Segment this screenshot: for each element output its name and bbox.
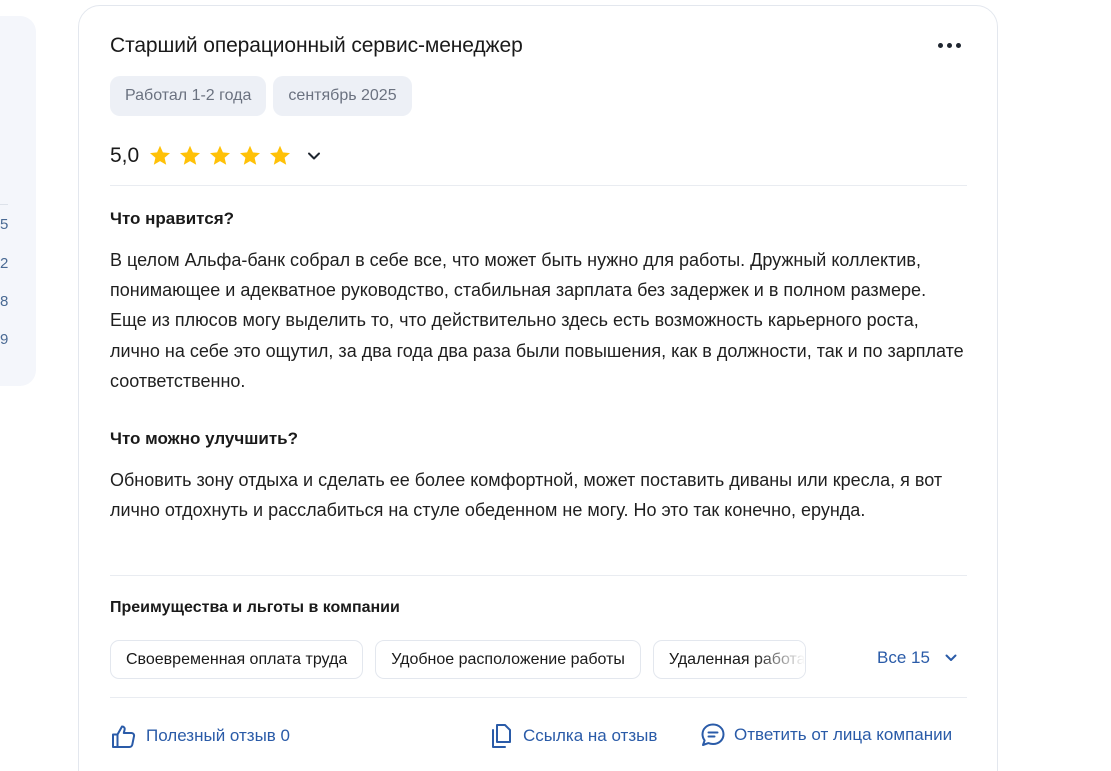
review-card: Старший операционный сервис-менеджер Раб… bbox=[78, 5, 998, 771]
all-benefits-button[interactable]: Все 15 bbox=[877, 648, 958, 668]
reply-as-company-label: Ответить от лица компании bbox=[734, 725, 953, 744]
rating-stars bbox=[148, 144, 292, 168]
benefits-chips: Своевременная оплата труда Удобное распо… bbox=[110, 640, 806, 679]
rating-value: 5,0 bbox=[110, 144, 140, 167]
reply-as-company-button[interactable]: Ответить от лица компании bbox=[700, 722, 952, 748]
star-icon bbox=[148, 144, 172, 168]
chevron-down-icon bbox=[945, 654, 957, 661]
page: 5 2 8 9 Старший операционный сервис-мене… bbox=[0, 0, 1111, 771]
useful-review-label: Полезный отзыв 0 bbox=[146, 726, 291, 745]
side-number: 2 bbox=[0, 255, 9, 272]
likes-text: В целом Альфа-банк собрал в себе все, чт… bbox=[110, 250, 964, 391]
side-number: 8 bbox=[0, 293, 9, 310]
benefits-heading: Преимущества и льготы в компании bbox=[110, 599, 400, 616]
thumbs-up-icon bbox=[112, 725, 136, 748]
chevron-down-icon bbox=[308, 152, 321, 160]
more-dot-icon bbox=[955, 42, 961, 48]
rating-expand-button[interactable] bbox=[306, 148, 322, 164]
review-title: Старший операционный сервис-менеджер bbox=[110, 34, 523, 57]
side-number: 5 bbox=[0, 216, 9, 233]
review-link-label: Ссылка на отзыв bbox=[523, 726, 658, 745]
divider bbox=[110, 575, 967, 576]
rating-row: 5,0 bbox=[110, 144, 322, 168]
more-dot-icon bbox=[946, 42, 952, 48]
likes-heading: Что нравится? bbox=[110, 209, 235, 228]
more-options-button[interactable] bbox=[935, 32, 963, 58]
benefit-chip[interactable]: Удобное расположение работы bbox=[375, 640, 641, 679]
star-icon bbox=[268, 144, 292, 168]
star-icon bbox=[178, 144, 202, 168]
side-number: 9 bbox=[0, 331, 9, 348]
star-icon bbox=[238, 144, 262, 168]
divider bbox=[110, 185, 967, 186]
more-dot-icon bbox=[937, 42, 943, 48]
improve-text: Обновить зону отдыха и сделать ее более … bbox=[110, 470, 943, 521]
all-benefits-label: Все 15 bbox=[877, 648, 930, 667]
benefit-chip[interactable]: Удаленная работа bbox=[652, 640, 806, 679]
review-tags: Работал 1-2 года сентябрь 2025 bbox=[110, 76, 412, 116]
review-actions: Полезный отзыв 0 Ссылка на отзыв Ответит… bbox=[110, 722, 967, 754]
useful-review-button[interactable]: Полезный отзыв 0 bbox=[110, 722, 290, 750]
copy-icon bbox=[492, 724, 511, 748]
side-panel: 5 2 8 9 bbox=[0, 16, 36, 386]
tag-experience: Работал 1-2 года bbox=[110, 76, 267, 116]
review-link-button[interactable]: Ссылка на отзыв bbox=[489, 722, 657, 750]
divider bbox=[110, 697, 967, 698]
benefit-chip[interactable]: Своевременная оплата труда bbox=[110, 640, 364, 679]
improve-heading: Что можно улучшить? bbox=[110, 429, 299, 448]
chat-bubble-icon bbox=[701, 723, 725, 746]
tag-date: сентябрь 2025 bbox=[273, 76, 412, 116]
side-divider bbox=[0, 204, 8, 205]
star-icon bbox=[208, 144, 232, 168]
